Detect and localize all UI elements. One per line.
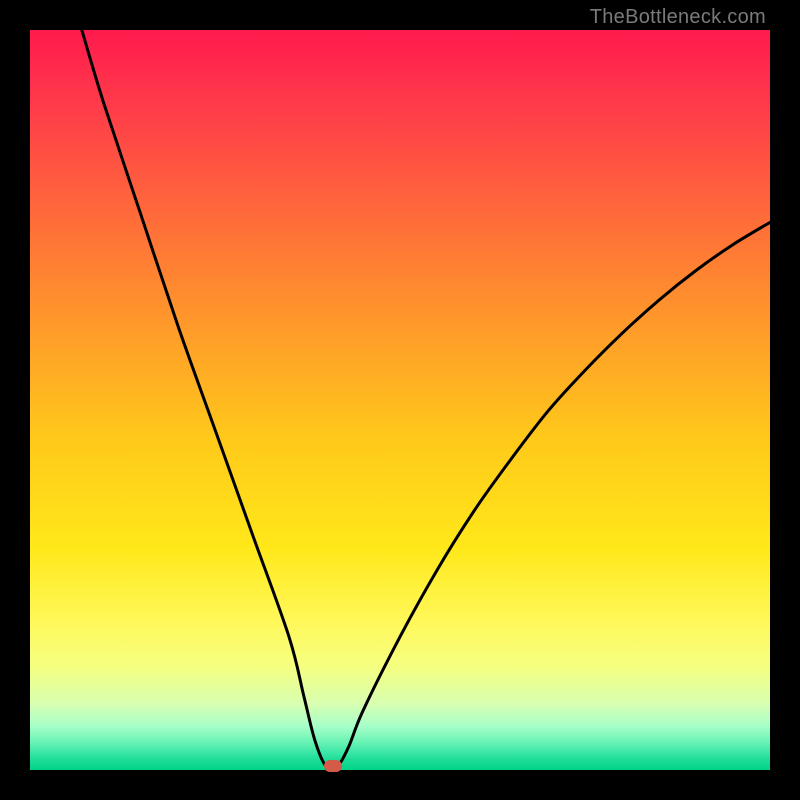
watermark-text: TheBottleneck.com	[590, 6, 766, 29]
chart-frame: TheBottleneck.com	[0, 0, 800, 800]
min-marker	[324, 760, 342, 772]
plot-area	[30, 30, 770, 770]
curve-svg	[30, 30, 770, 770]
bottleneck-curve	[82, 30, 770, 769]
